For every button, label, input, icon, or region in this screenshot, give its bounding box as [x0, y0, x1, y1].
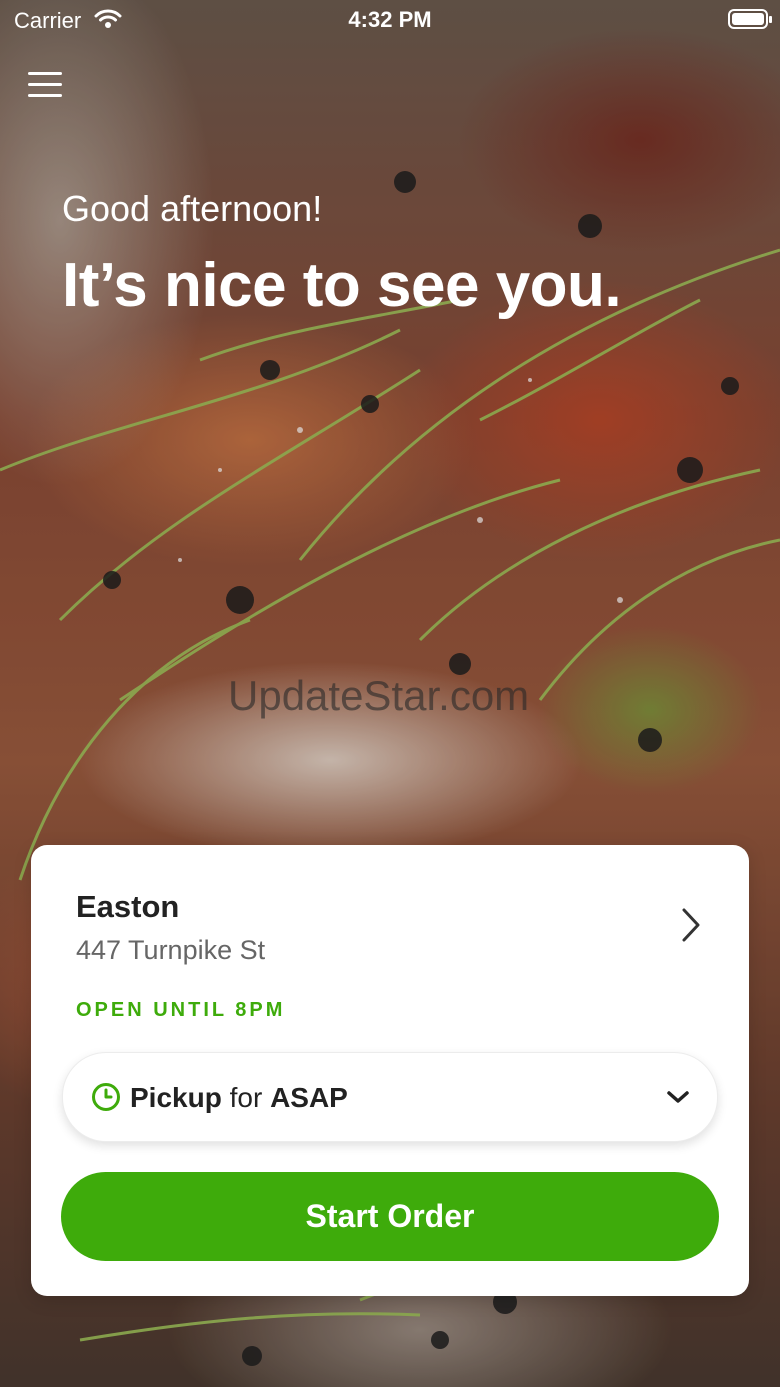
open-status-label: OPEN UNTIL 8PM [76, 999, 286, 1021]
order-mode-dropdown[interactable]: Pickup for ASAP [62, 1052, 718, 1142]
app-screen: Carrier 4:32 PM Good afternoon! It’s nic… [0, 0, 780, 1387]
order-mode-connector: for [229, 1082, 263, 1113]
order-mode-type: Pickup [130, 1082, 222, 1113]
location-name: Easton [76, 889, 180, 924]
battery-icon [728, 9, 772, 29]
location-card: Easton 447 Turnpike St OPEN UNTIL 8PM Pi… [31, 845, 749, 1296]
status-bar: Carrier 4:32 PM [0, 0, 780, 40]
start-order-button[interactable]: Start Order [61, 1172, 719, 1261]
status-time: 4:32 PM [348, 7, 432, 32]
greeting-text: Good afternoon! [62, 188, 323, 229]
clock-icon [92, 1083, 120, 1111]
watermark: UpdateStar.com [228, 672, 530, 719]
chevron-down-icon [667, 1091, 689, 1103]
order-mode-time: ASAP [270, 1082, 348, 1113]
welcome-headline: It’s nice to see you. [62, 251, 622, 320]
location-selector[interactable]: Easton 447 Turnpike St [31, 845, 749, 985]
hamburger-menu-icon[interactable] [28, 72, 62, 104]
chevron-right-icon [682, 908, 700, 942]
order-mode-text: Pickup for ASAP [130, 1082, 348, 1114]
location-address: 447 Turnpike St [76, 935, 266, 965]
battery-level [732, 13, 764, 25]
